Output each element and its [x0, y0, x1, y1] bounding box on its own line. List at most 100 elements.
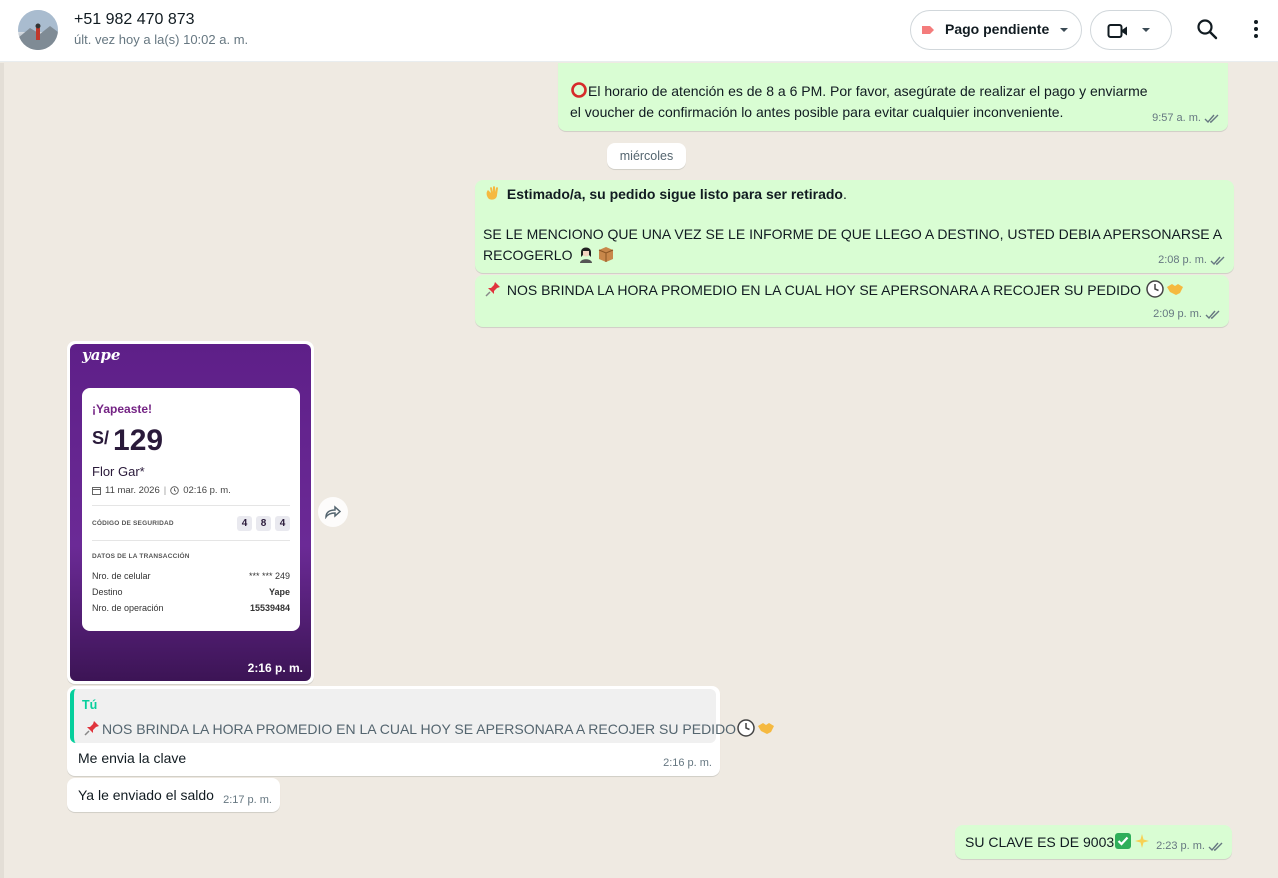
last-seen-status: últ. vez hoy a la(s) 10:02 a. m. — [74, 32, 249, 47]
chat-header: +51 982 470 873 últ. vez hoy a la(s) 10:… — [0, 0, 1278, 62]
quote-text-line: NOS BRINDA LA HORA PROMEDIO EN LA CUAL H… — [82, 719, 775, 739]
message-meta: 2:17 p. m. — [223, 790, 272, 810]
handshake-icon — [758, 723, 775, 734]
yape-logo: yape — [82, 346, 121, 364]
quote-text: NOS BRINDA LA HORA PROMEDIO EN LA CUAL H… — [102, 721, 737, 737]
sparkles-icon — [1135, 834, 1150, 848]
message-text: El horario de atención es de 8 a 6 PM. P… — [588, 83, 1148, 99]
security-code-digits: 4 8 4 — [237, 515, 290, 531]
avatar[interactable] — [18, 10, 58, 50]
clock-icon — [170, 486, 179, 495]
double-check-icon — [1204, 114, 1219, 123]
label-tag-icon — [922, 26, 934, 34]
chevron-down-icon — [1142, 28, 1150, 32]
menu-icon[interactable] — [1246, 18, 1266, 40]
security-code-row: CÓDIGO DE SEGURIDAD 4 8 4 — [92, 515, 290, 531]
outgoing-message[interactable]: El horario de atención es de 8 a 6 PM. P… — [558, 63, 1228, 131]
receipt-row-key: Nro. de operación — [92, 603, 164, 613]
double-check-icon — [1210, 256, 1225, 265]
forward-button[interactable] — [318, 497, 348, 527]
outgoing-message[interactable]: NOS BRINDA LA HORA PROMEDIO EN LA CUAL H… — [475, 275, 1229, 327]
pushpin-icon — [84, 721, 99, 736]
receipt-row-value: *** *** 249 — [248, 571, 290, 581]
receipt-row: Nro. de celular *** *** 249 — [92, 568, 290, 584]
outgoing-message[interactable]: Estimado/a, su pedido sigue listo para s… — [475, 180, 1234, 273]
message-time: 2:09 p. m. — [1153, 308, 1202, 320]
message-meta: 2:23 p. m. — [1156, 836, 1224, 856]
video-call-button[interactable] — [1090, 10, 1172, 50]
red-circle-icon — [571, 82, 587, 98]
receipt-time: 02:16 p. m. — [183, 485, 231, 496]
video-call-icon — [1107, 24, 1127, 38]
search-icon[interactable] — [1196, 18, 1218, 40]
double-check-icon — [1208, 842, 1223, 851]
label-dropdown-button[interactable]: Pago pendiente — [910, 10, 1082, 50]
package-icon — [599, 247, 614, 262]
image-message[interactable]: yape ¡Yapeaste! S/ 129 Flor Gar* 11 mar.… — [67, 341, 314, 684]
security-digit: 4 — [237, 515, 252, 531]
security-code-label: CÓDIGO DE SEGURIDAD — [92, 519, 174, 527]
receipt-amount: S/ 129 — [92, 424, 290, 458]
divider — [92, 505, 290, 506]
incoming-message[interactable]: Ya le enviado el saldo 2:17 p. m. — [67, 778, 280, 812]
receipt-card: ¡Yapeaste! S/ 129 Flor Gar* 11 mar. 2026… — [82, 388, 300, 631]
quoted-message[interactable]: Tú NOS BRINDA LA HORA PROMEDIO EN LA CUA… — [70, 689, 775, 743]
message-text: el voucher de confirmación lo antes posi… — [570, 104, 1064, 120]
incoming-message[interactable]: Tú NOS BRINDA LA HORA PROMEDIO EN LA CUA… — [67, 686, 775, 776]
receipt-row: Nro. de operación 15539484 — [92, 600, 290, 616]
woman-icon — [580, 247, 593, 263]
chat-panel[interactable]: El horario de atención es de 8 a 6 PM. P… — [0, 63, 1278, 878]
receipt-date: 11 mar. 2026 — [105, 485, 160, 496]
message-time: 9:57 a. m. — [1152, 112, 1201, 124]
receipt-row: Destino Yape — [92, 584, 290, 600]
message-text: . — [842, 186, 847, 202]
chevron-down-icon — [1060, 28, 1068, 32]
receipt-amount-value: 129 — [113, 424, 164, 457]
date-divider: miércoles — [607, 143, 686, 169]
contact-info[interactable]: +51 982 470 873 últ. vez hoy a la(s) 10:… — [74, 10, 248, 49]
check-mark-icon — [1115, 833, 1132, 849]
message-text: Me envia la clave — [78, 750, 187, 766]
receipt-title: ¡Yapeaste! — [92, 402, 153, 416]
outgoing-message[interactable]: SU CLAVE ES DE 9003 2:23 p. m. — [955, 825, 1232, 859]
security-digit: 4 — [275, 515, 290, 531]
message-time: 2:23 p. m. — [1156, 840, 1205, 852]
message-text: Ya le enviado el saldo — [78, 787, 214, 803]
message-time: 2:16 p. m. — [663, 757, 712, 769]
forward-icon — [325, 505, 342, 519]
transaction-data-header: DATOS DE LA TRANSACCIÓN — [92, 550, 290, 562]
yape-receipt-image[interactable]: yape ¡Yapeaste! S/ 129 Flor Gar* 11 mar.… — [70, 344, 311, 681]
message-meta: 2:09 p. m. — [1153, 304, 1221, 324]
calendar-icon — [92, 487, 101, 495]
message-time: 2:08 p. m. — [1158, 254, 1207, 266]
receipt-row-value: 15539484 — [249, 603, 290, 613]
label-text: Pago pendiente — [945, 21, 1050, 37]
message-meta: 9:57 a. m. — [1152, 108, 1220, 128]
handshake-icon — [1166, 284, 1183, 295]
double-check-icon — [1205, 310, 1220, 319]
message-text: RECOGERLO — [483, 247, 573, 263]
quote-author: Tú — [82, 698, 98, 712]
message-time: 2:17 p. m. — [223, 794, 272, 806]
receipt-recipient-name: Flor Gar* — [92, 464, 145, 479]
message-meta: 2:16 p. m. — [663, 753, 712, 773]
divider — [92, 540, 290, 541]
message-text: SE LE MENCIONO QUE UNA VEZ SE LE INFORME… — [483, 226, 1223, 242]
transaction-data-label: DATOS DE LA TRANSACCIÓN — [92, 552, 190, 560]
message-time: 2:16 p. m. — [247, 661, 303, 675]
receipt-row-key: Nro. de celular — [92, 571, 151, 581]
message-meta: 2:08 p. m. — [1158, 250, 1226, 270]
receipt-row-key: Destino — [92, 587, 123, 597]
receipt-datetime: 11 mar. 2026 | 02:16 p. m. — [92, 485, 290, 496]
waving-hand-icon — [486, 186, 498, 200]
pushpin-icon — [485, 282, 500, 297]
clock-icon — [737, 719, 755, 737]
clock-icon — [1146, 280, 1164, 298]
receipt-row-value: Yape — [268, 587, 290, 597]
contact-name: +51 982 470 873 — [74, 11, 195, 28]
receipt-currency: S/ — [92, 428, 110, 448]
security-digit: 8 — [256, 515, 271, 531]
message-text: SU CLAVE ES DE 9003 — [965, 834, 1115, 850]
message-text: NOS BRINDA LA HORA PROMEDIO EN LA CUAL H… — [506, 282, 1141, 298]
message-bold-text: Estimado/a, su pedido sigue listo para s… — [506, 186, 843, 202]
